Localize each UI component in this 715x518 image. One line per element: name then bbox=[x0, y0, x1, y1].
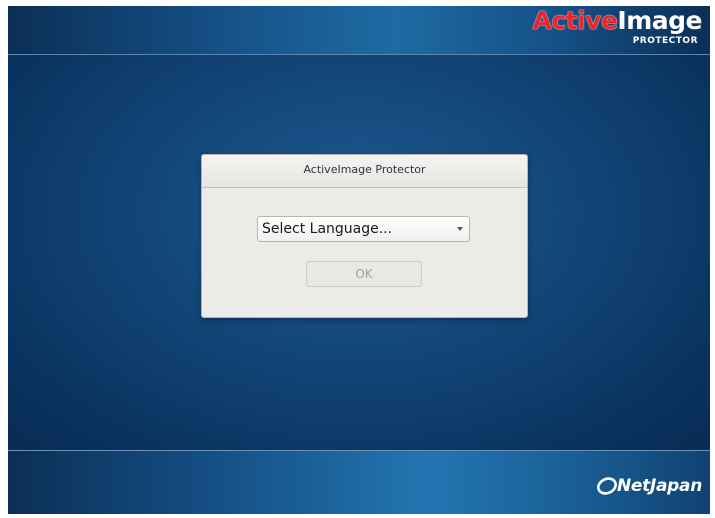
ok-button-label: OK bbox=[355, 267, 373, 281]
netjapan-logo: NetJapan bbox=[595, 475, 702, 501]
logo-word-image: Image bbox=[617, 6, 702, 35]
dialog-titlebar: ActiveImage Protector bbox=[202, 155, 527, 188]
netjapan-wordmark: NetJapan bbox=[616, 476, 702, 496]
language-select[interactable]: Select Language... bbox=[257, 216, 470, 242]
dialog-title: ActiveImage Protector bbox=[303, 163, 426, 176]
ok-button[interactable]: OK bbox=[306, 261, 422, 287]
chevron-down-icon bbox=[457, 227, 463, 231]
language-dialog: ActiveImage Protector Select Language...… bbox=[201, 154, 528, 318]
logo-trademark: TM bbox=[693, 6, 702, 8]
logo-subtitle: PROTECTOR bbox=[632, 36, 698, 46]
language-select-value: Select Language... bbox=[262, 221, 393, 237]
logo-word-active: Active bbox=[532, 6, 618, 35]
logo-wordmark: ActiveImage bbox=[532, 7, 702, 35]
header-bar: ActiveImage TM PROTECTOR bbox=[8, 6, 710, 55]
desktop-screen: ActiveImage TM PROTECTOR NetJapan Active… bbox=[8, 6, 710, 514]
activeimage-protector-logo: ActiveImage TM PROTECTOR bbox=[512, 6, 702, 51]
footer-bar: NetJapan bbox=[8, 450, 710, 514]
